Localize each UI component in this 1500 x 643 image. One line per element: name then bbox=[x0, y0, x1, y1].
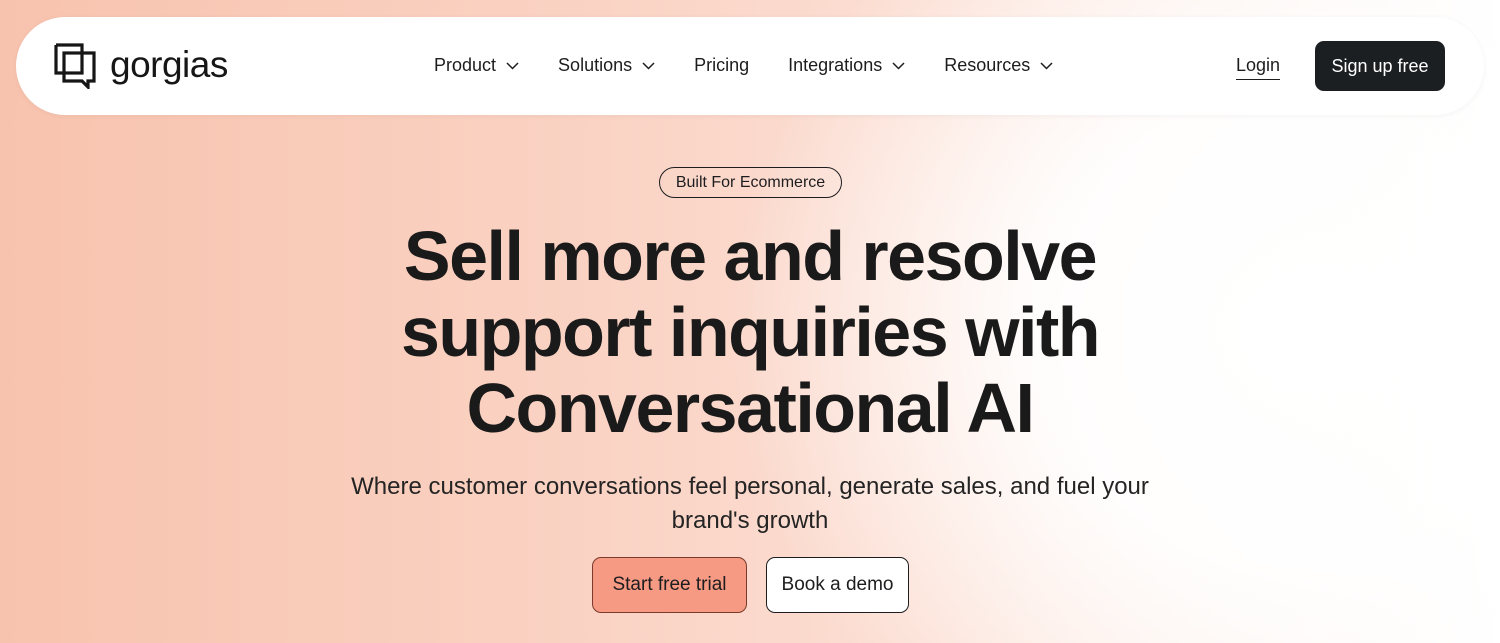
hero-headline: Sell more and resolve support inquiries … bbox=[300, 218, 1200, 446]
headline-line: Conversational AI bbox=[466, 369, 1035, 447]
nav-item-solutions[interactable]: Solutions bbox=[558, 55, 655, 76]
signup-button[interactable]: Sign up free bbox=[1315, 41, 1445, 91]
gorgias-logo-icon bbox=[54, 43, 96, 89]
headline-line: Sell more and resolve bbox=[403, 217, 1098, 295]
chevron-down-icon bbox=[892, 61, 905, 70]
chevron-down-icon bbox=[642, 61, 655, 70]
nav-item-resources[interactable]: Resources bbox=[944, 55, 1053, 76]
chevron-down-icon bbox=[506, 61, 519, 70]
brand-name: gorgias bbox=[110, 43, 228, 85]
nav-item-label: Solutions bbox=[558, 55, 633, 75]
hero-subtitle: Where customer conversations feel person… bbox=[351, 473, 1149, 534]
brand-logo[interactable]: gorgias bbox=[54, 43, 228, 89]
login-link[interactable]: Login bbox=[1236, 55, 1281, 80]
start-free-trial-button[interactable]: Start free trial bbox=[592, 557, 747, 613]
nav-item-label: Product bbox=[434, 55, 497, 75]
hero-badge: Built For Ecommerce bbox=[659, 167, 842, 198]
nav-item-pricing[interactable]: Pricing bbox=[694, 55, 749, 76]
main-nav: Product Solutions Pricing Integrations R… bbox=[434, 55, 1092, 76]
nav-item-label: Pricing bbox=[694, 55, 750, 75]
nav-item-label: Integrations bbox=[788, 55, 883, 75]
chevron-down-icon bbox=[1040, 61, 1053, 70]
top-navbar: gorgias Product Solutions Pricing Integr… bbox=[16, 17, 1484, 115]
book-demo-button[interactable]: Book a demo bbox=[766, 557, 909, 613]
nav-item-product[interactable]: Product bbox=[434, 55, 519, 76]
headline-line: support inquiries with bbox=[400, 293, 1101, 371]
nav-item-label: Resources bbox=[944, 55, 1031, 75]
nav-item-integrations[interactable]: Integrations bbox=[788, 55, 905, 76]
